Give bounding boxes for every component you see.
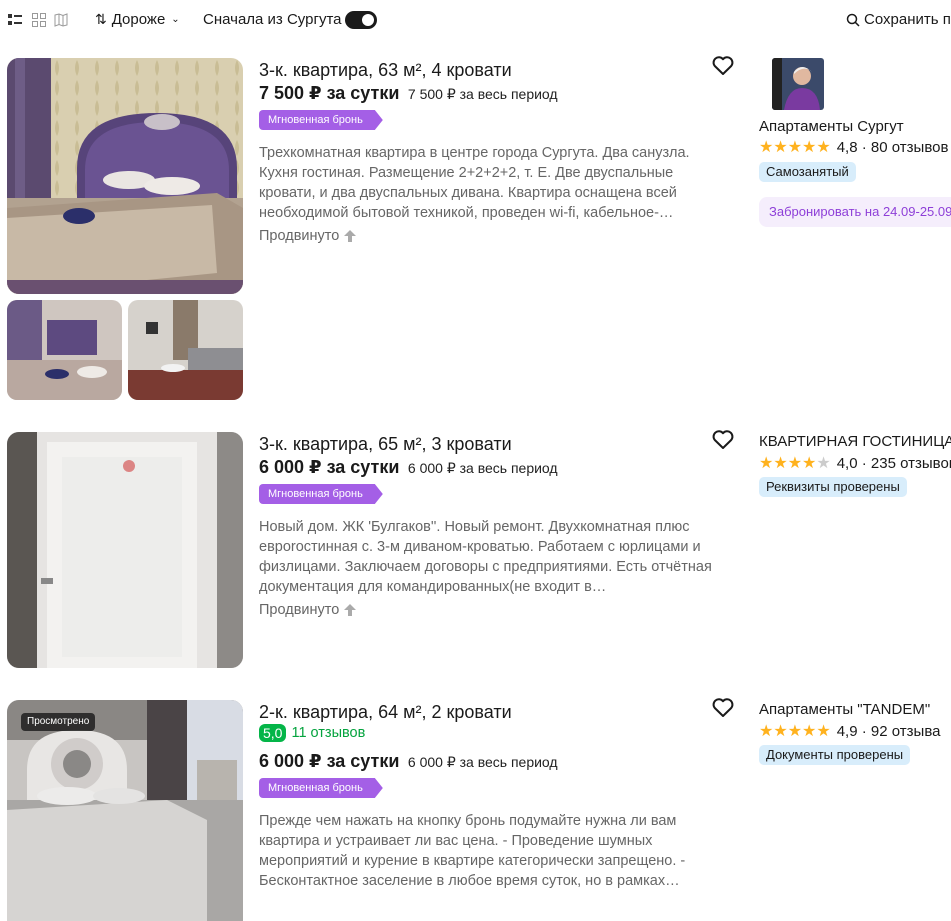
rating-reviews: 92 отзыва (870, 722, 941, 740)
sort-dropdown[interactable]: ⇅ Дороже ⌄ (95, 11, 180, 28)
score-reviews: 11 отзывов (291, 725, 366, 741)
promoted-text: Продвинуто (259, 602, 340, 618)
listing-main-photo[interactable] (7, 432, 243, 668)
listing-title[interactable]: 3-к. квартира, 63 м², 4 кровати (259, 60, 512, 81)
listing-title[interactable]: 2-к. квартира, 64 м², 2 кровати (259, 702, 512, 723)
seller-name[interactable]: КВАРТИРНАЯ ГОСТИНИЦА (759, 433, 951, 450)
seller-name[interactable]: Апартаменты Сургут (759, 118, 904, 135)
favorite-heart-icon[interactable] (712, 698, 734, 718)
rating-separator: · (857, 722, 871, 740)
instant-booking-badge: Мгновенная бронь (259, 778, 383, 798)
promoted-arrow-icon (344, 604, 357, 616)
local-first-label: Сначала из Сургута (203, 11, 342, 28)
seller-avatar[interactable] (772, 58, 824, 110)
viewed-badge: Просмотрено (21, 713, 96, 731)
listing-description: Трехкомнатная квартира в центре города С… (259, 145, 690, 221)
rating-stars: ★★★★★ (759, 455, 831, 472)
price-total: 7 500 ₽ за весь период (407, 86, 558, 102)
score-pill: 5,0 (259, 724, 287, 742)
listing-thumb-photo[interactable] (7, 300, 122, 400)
rating-value: 4,8 (836, 138, 858, 156)
listing-title[interactable]: 3-к. квартира, 65 м², 3 кровати (259, 434, 512, 455)
self-employed-badge: Самозанятый (759, 162, 856, 182)
listing-description: Прежде чем нажать на кнопку бронь подума… (259, 813, 686, 889)
rating-stars: ★★★★★ (759, 723, 831, 740)
promoted-label: Продвинуто (259, 228, 357, 244)
price-per-night: 7 500 ₽ за сутки (259, 83, 400, 103)
toggle-knob (362, 14, 374, 26)
rating-value: 4,9 (836, 722, 858, 740)
promoted-arrow-icon (344, 230, 357, 242)
listing-main-photo[interactable]: Просмотрено (7, 700, 243, 921)
book-dates-button[interactable]: Забронировать на 24.09-25.09 (759, 197, 951, 227)
sort-arrows-icon: ⇅ (95, 11, 107, 27)
seller-rating[interactable]: ★★★★★ 4,0 · 235 отзывов (759, 453, 951, 473)
rating-value: 4,0 (836, 454, 858, 472)
listing-description: Новый дом. ЖК 'Булгаков''. Новый ремонт.… (259, 519, 712, 595)
chevron-down-icon: ⌄ (171, 14, 180, 25)
rating-separator: · (857, 138, 871, 156)
listing-thumb-photo[interactable] (128, 300, 243, 400)
listing-price: 6 000 ₽ за сутки 6 000 ₽ за весь период (259, 751, 558, 772)
map-view-icon[interactable] (54, 13, 68, 27)
listing-main-photo[interactable] (7, 58, 243, 294)
list-view-icon[interactable] (8, 13, 22, 27)
local-first-toggle[interactable] (345, 11, 377, 29)
grid-view-icon[interactable] (32, 13, 46, 27)
promoted-text: Продвинуто (259, 228, 340, 244)
save-search-label: Сохранить по (864, 11, 951, 28)
instant-booking-badge: Мгновенная бронь (259, 484, 383, 504)
rating-stars: ★★★★★ (759, 139, 831, 156)
price-per-night: 6 000 ₽ за сутки (259, 751, 400, 771)
listing-price: 7 500 ₽ за сутки 7 500 ₽ за весь период (259, 83, 558, 104)
promoted-label: Продвинуто (259, 602, 357, 618)
listing-score[interactable]: 5,0 11 отзывов (259, 724, 365, 742)
favorite-heart-icon[interactable] (712, 56, 734, 76)
rating-reviews: 235 отзывов (870, 454, 951, 472)
price-total: 6 000 ₽ за весь период (407, 754, 558, 770)
price-per-night: 6 000 ₽ за сутки (259, 457, 400, 477)
instant-booking-badge: Мгновенная бронь (259, 110, 383, 130)
rating-reviews: 80 отзывов (870, 138, 949, 156)
save-search-button[interactable]: Сохранить по (846, 11, 951, 28)
seller-rating[interactable]: ★★★★★ 4,9 · 92 отзыва (759, 721, 940, 741)
requisites-verified-badge: Реквизиты проверены (759, 477, 907, 497)
rating-separator: · (857, 454, 871, 472)
favorite-heart-icon[interactable] (712, 430, 734, 450)
save-search-icon (846, 13, 860, 27)
listing-price: 6 000 ₽ за сутки 6 000 ₽ за весь период (259, 457, 558, 478)
seller-rating[interactable]: ★★★★★ 4,8 · 80 отзывов (759, 137, 948, 157)
sort-label: Дороже (111, 11, 166, 28)
price-total: 6 000 ₽ за весь период (407, 460, 558, 476)
toolbar: ⇅ Дороже ⌄ Сначала из Сургута Сохранить … (0, 0, 951, 40)
documents-verified-badge: Документы проверены (759, 745, 911, 765)
seller-name[interactable]: Апартаменты "TANDEM" (759, 701, 930, 718)
